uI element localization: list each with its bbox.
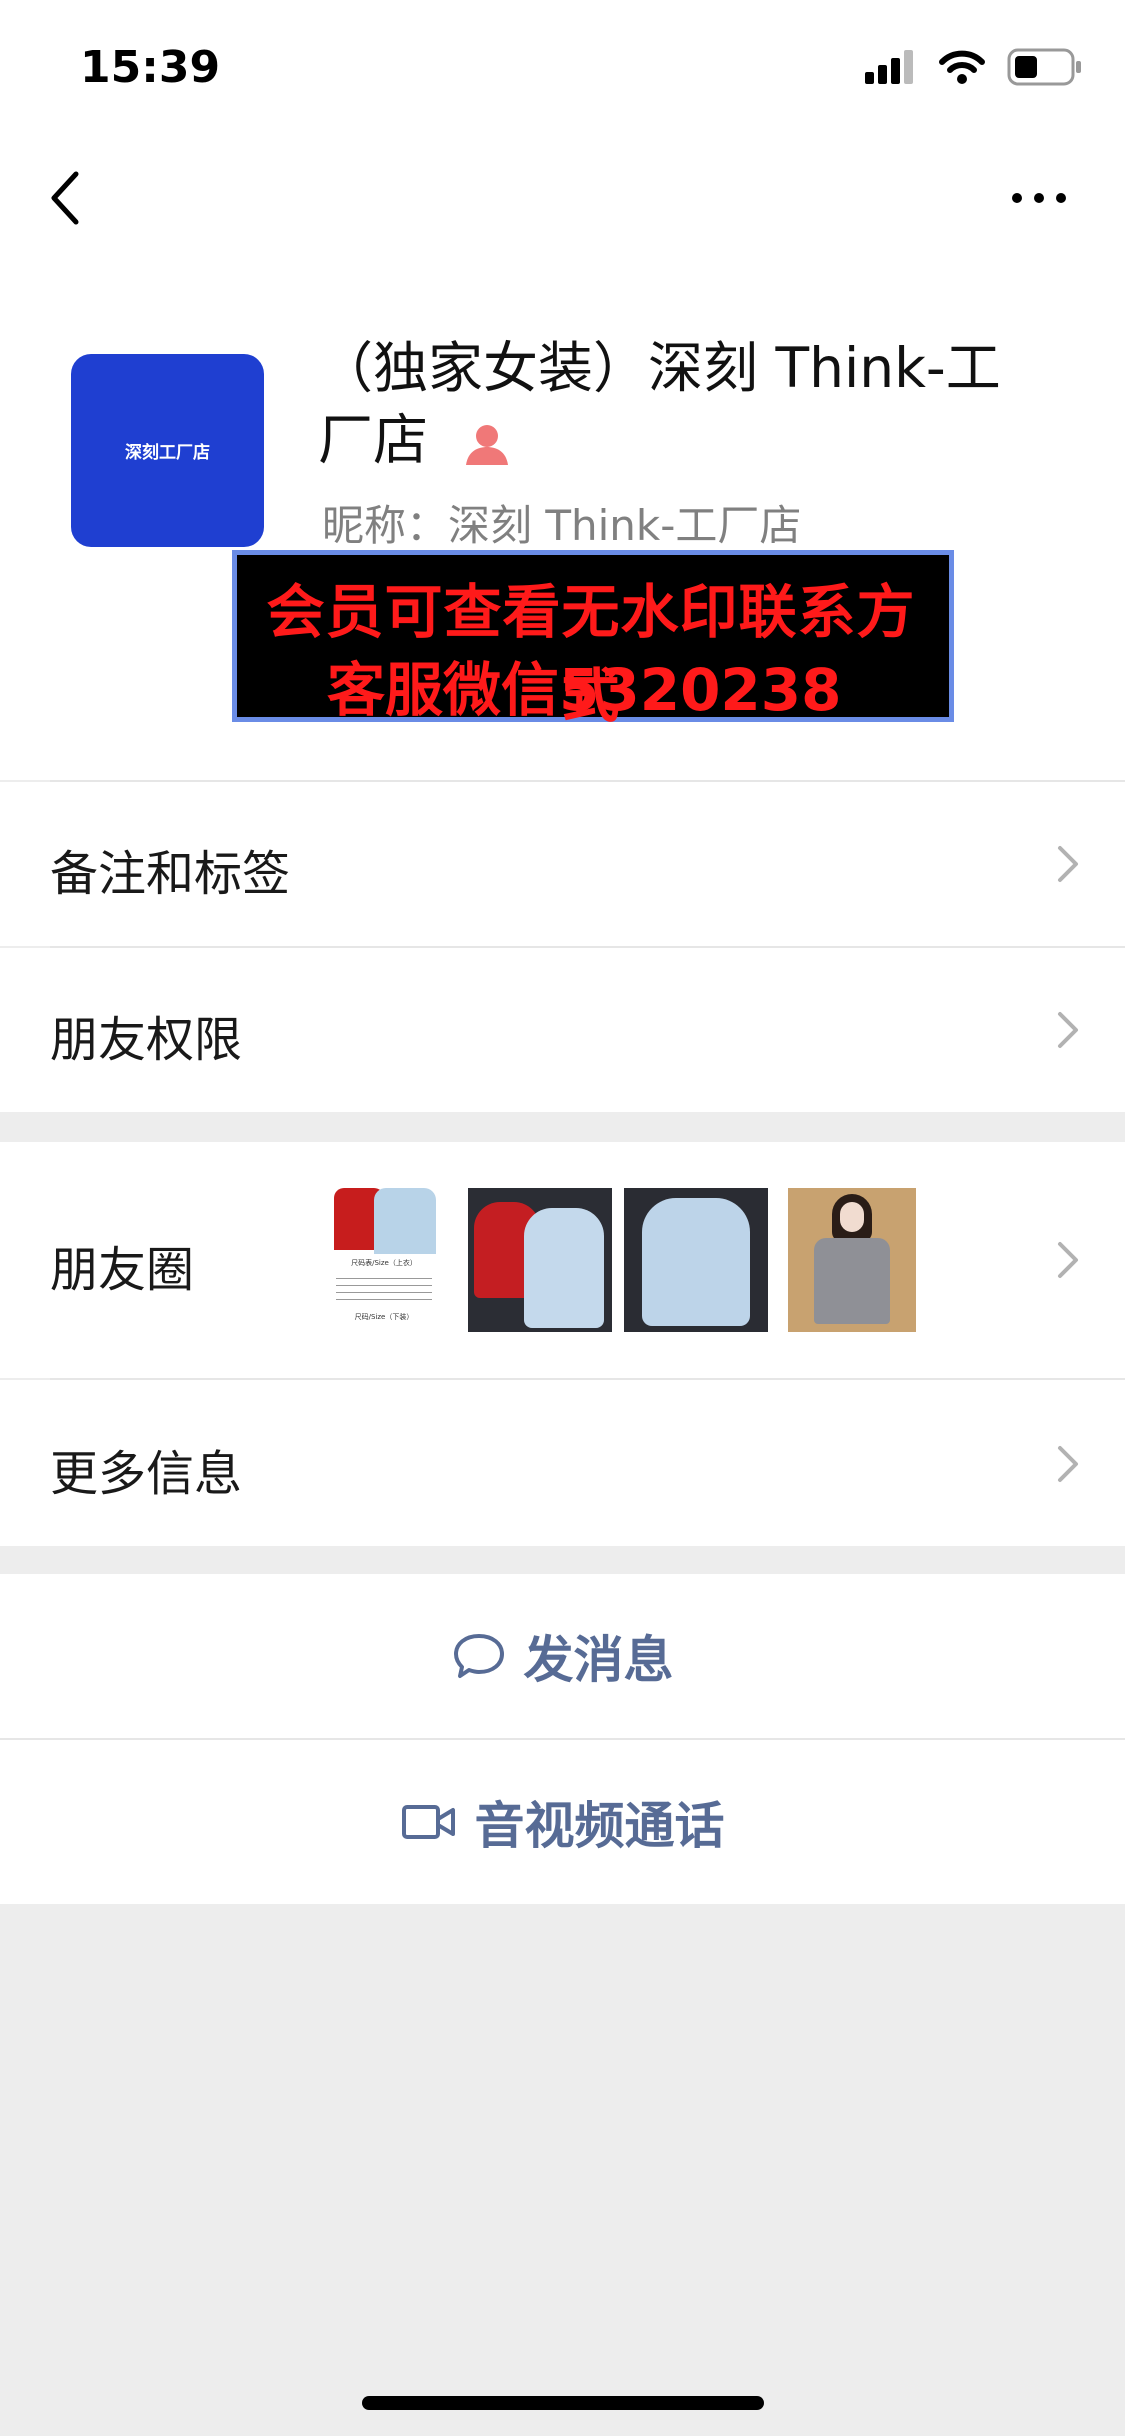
size-chart-grid: [336, 1272, 432, 1306]
video-call-action: 音视频通话: [0, 1740, 1125, 1904]
video-call-label: 音视频通话: [474, 1797, 725, 1855]
thumb-blue-coat: [374, 1188, 436, 1254]
remarks-and-tags-label: 备注和标签: [50, 846, 291, 902]
battery-icon: [1007, 48, 1081, 86]
avatar[interactable]: 深刻工厂店: [71, 354, 264, 547]
chevron-right-icon: [1058, 1446, 1078, 1482]
moments-thumb-size-chart: 尺码表/Size（上衣） 尺码/Size（下装）: [330, 1188, 438, 1332]
watermark-line2: 客服微信5320238: [327, 656, 842, 724]
size-chart-caption-1: 尺码表/Size（上衣）: [351, 1259, 417, 1267]
thumb-blue-hoodie: [642, 1198, 750, 1326]
status-icons: [865, 48, 1083, 86]
size-chart-caption-2: 尺码/Size（下装）: [354, 1313, 414, 1321]
watermark-banner: 会员可查看无水印联系方式 客服微信5320238: [232, 550, 954, 730]
moments-label: 朋友圈: [50, 1242, 195, 1298]
video-call-button[interactable]: 音视频通话: [0, 1740, 1125, 1904]
home-indicator[interactable]: [362, 2396, 764, 2410]
send-message-button[interactable]: 发消息: [0, 1574, 1125, 1738]
profile-name-line1: （独家女装）深刻 Think-工: [318, 336, 1001, 400]
nickname: 昵称：深刻 Think-工厂店: [322, 501, 802, 550]
chevron-right-icon: [1058, 1012, 1078, 1048]
avatar-text: 深刻工厂店: [125, 443, 210, 463]
profile-name-line2: 厂店: [318, 408, 429, 472]
chevron-right-icon: [1058, 846, 1078, 882]
back-icon[interactable]: [46, 168, 86, 228]
thumb-model-outfit: [814, 1238, 890, 1324]
moments-thumb-red-blue-hoodies: [468, 1188, 612, 1332]
more-options-icon[interactable]: [1009, 186, 1069, 210]
moments-thumb-blue-hoodie: [624, 1188, 768, 1332]
status-time: 15:39: [80, 42, 221, 93]
more-info-row[interactable]: 更多信息: [0, 1380, 1125, 1546]
moments-row[interactable]: 朋友圈 尺码表/Size（上衣） 尺码/Size（下装）: [0, 1142, 1125, 1378]
thumb-model-face: [840, 1202, 864, 1232]
send-message-label: 发消息: [523, 1631, 674, 1689]
more-info-label: 更多信息: [50, 1446, 243, 1502]
wifi-icon: [939, 50, 985, 84]
friend-permissions-row[interactable]: 朋友权限: [0, 948, 1125, 1112]
cellular-signal-icon: [865, 50, 913, 84]
remarks-and-tags-row[interactable]: 备注和标签: [0, 782, 1125, 946]
moments-thumb-model-photo: [788, 1188, 916, 1332]
send-message-action: 发消息: [0, 1574, 1125, 1738]
chat-bubble-icon: [453, 1634, 504, 1678]
female-gender-icon: [466, 424, 509, 465]
video-camera-icon: [401, 1805, 455, 1839]
thumb-blue-hoodie: [524, 1208, 604, 1328]
chevron-right-icon: [1058, 1242, 1078, 1278]
profile-name: （独家女装）深刻 Think-工 厂店: [318, 332, 1078, 476]
friend-permissions-label: 朋友权限: [50, 1012, 243, 1068]
